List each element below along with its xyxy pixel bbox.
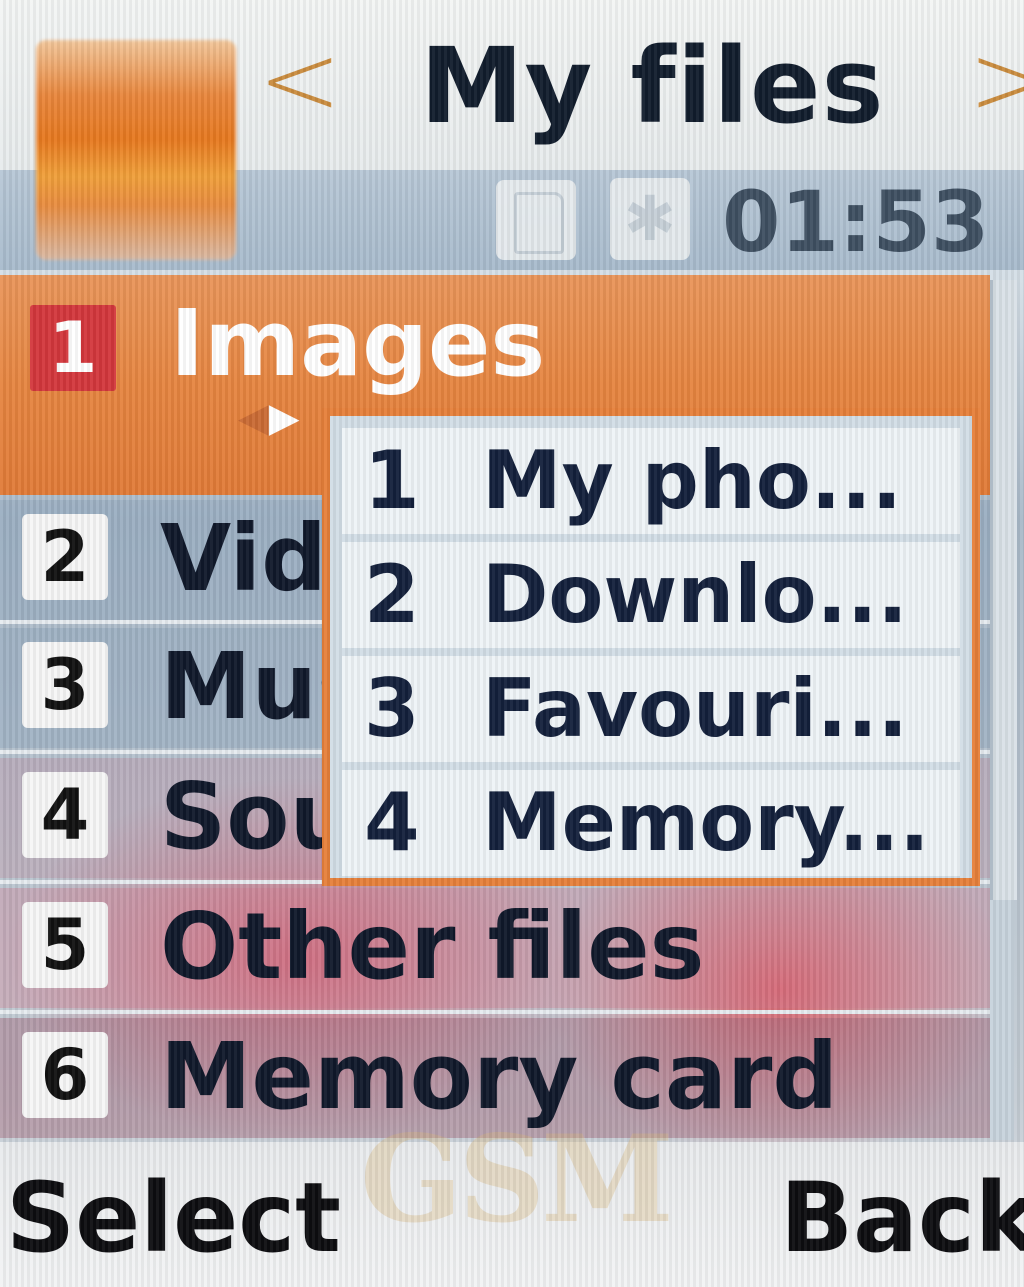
folder-icon <box>36 40 236 260</box>
submenu-item-number: 3 <box>364 662 420 755</box>
menu-item-label: Images <box>170 290 546 397</box>
left-right-arrows-icon: ◀▶ <box>238 395 300 441</box>
submenu-item-favourites[interactable]: 3 Favouri... <box>342 656 960 762</box>
back-softkey[interactable]: Back <box>780 1158 1024 1278</box>
divider <box>0 1010 990 1014</box>
submenu-item-label: Favouri... <box>482 662 909 755</box>
submenu-popup: 1 My pho... 2 Downlo... 3 Favouri... 4 M… <box>322 408 980 886</box>
scrollbar[interactable] <box>990 280 1017 1140</box>
submenu-item-my-photos[interactable]: 1 My pho... <box>342 428 960 534</box>
menu-item-number: 6 <box>22 1032 108 1118</box>
submenu-item-memory-card[interactable]: 4 Memory... <box>342 770 960 876</box>
menu-item-number: 4 <box>22 772 108 858</box>
submenu-item-downloads[interactable]: 2 Downlo... <box>342 542 960 648</box>
prev-arrow-icon[interactable]: < <box>258 30 342 130</box>
submenu-panel: 1 My pho... 2 Downlo... 3 Favouri... 4 M… <box>330 416 972 878</box>
scroll-thumb[interactable] <box>990 280 1017 900</box>
submenu-item-number: 2 <box>364 548 420 641</box>
menu-item-number: 5 <box>22 902 108 988</box>
menu-item-label: Other files <box>160 893 705 1000</box>
clock: 01:53 <box>722 173 990 271</box>
submenu-item-number: 4 <box>364 776 420 869</box>
submenu-item-number: 1 <box>364 434 420 527</box>
menu-item-number: 3 <box>22 642 108 728</box>
bluetooth-icon: ✱ <box>610 178 690 260</box>
menu-item-number: 2 <box>22 514 108 600</box>
memory-card-icon <box>496 180 576 260</box>
submenu-item-label: My pho... <box>482 434 902 527</box>
select-softkey[interactable]: Select <box>6 1158 341 1278</box>
submenu-item-label: Downlo... <box>482 548 908 641</box>
page-title: My files <box>420 25 885 147</box>
watermark: GSM <box>360 1109 674 1250</box>
menu-item-other-files[interactable]: 5 Other files <box>0 888 990 1008</box>
submenu-item-label: Memory... <box>482 776 930 869</box>
next-arrow-icon[interactable]: > <box>968 30 1024 130</box>
menu-item-number: 1 <box>30 305 116 391</box>
